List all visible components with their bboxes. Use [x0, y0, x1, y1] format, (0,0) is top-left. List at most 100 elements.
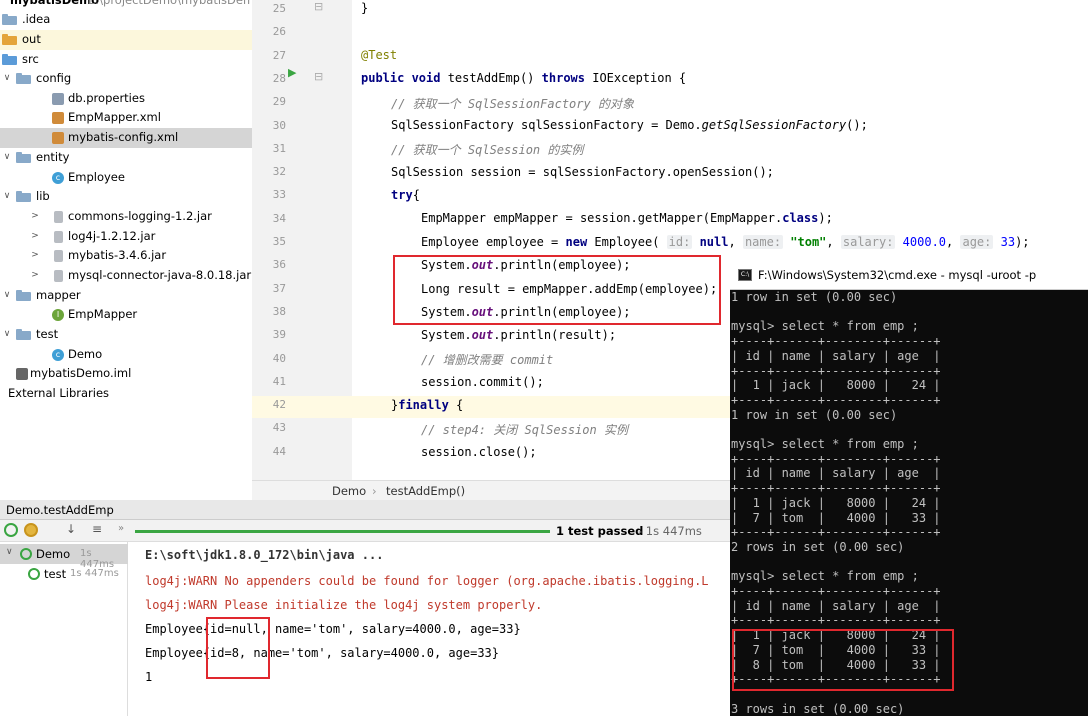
- show-passed-icon[interactable]: [4, 523, 18, 537]
- tree-root[interactable]: mybatisDemo E:\projectDemo\mybatisDem: [0, 0, 252, 11]
- line-number: 28: [272, 71, 286, 85]
- tree-item-label: mapper: [36, 288, 81, 302]
- interface-icon: I: [52, 309, 64, 321]
- tree-item-jar[interactable]: > commons-logging-1.2.jar: [0, 207, 252, 227]
- chevron-down-icon[interactable]: ∨: [2, 286, 12, 306]
- line-number: 39: [272, 328, 286, 342]
- tree-item-jar[interactable]: > mybatis-3.4.6.jar: [0, 246, 252, 266]
- code-line-32: SqlSession session = sqlSessionFactory.o…: [391, 165, 774, 179]
- highlight-box-println: [393, 255, 721, 325]
- tree-item-test[interactable]: ∨ test: [0, 325, 252, 345]
- fold-icon[interactable]: ⊟: [314, 0, 323, 13]
- tree-item-config[interactable]: ∨ config: [0, 69, 252, 89]
- test-results-tree: ∨ Demo 1s 447ms test 1s 447ms: [0, 542, 128, 716]
- breadcrumb-class[interactable]: Demo: [332, 484, 366, 498]
- source-folder-icon: [2, 54, 17, 65]
- chevron-down-icon[interactable]: ∨: [2, 325, 12, 345]
- line-number: 38: [272, 304, 286, 318]
- show-ignored-icon[interactable]: [24, 523, 38, 537]
- test-status-text: 1 test passed: [556, 524, 644, 538]
- breadcrumb-method[interactable]: testAddEmp(): [386, 484, 465, 498]
- cmd-line: | 1 | jack | 8000 | 24 |: [731, 378, 941, 393]
- line-number: 33: [272, 188, 286, 202]
- cmd-line: mysql> select * from emp ;: [731, 437, 919, 451]
- project-tree: mybatisDemo E:\projectDemo\mybatisDem .i…: [0, 0, 252, 492]
- chevron-down-icon[interactable]: ∨: [2, 187, 12, 207]
- test-progress-bar: [135, 530, 550, 533]
- chevron-right-icon[interactable]: >: [30, 266, 40, 286]
- tree-item-jar[interactable]: > log4j-1.2.12.jar: [0, 227, 252, 247]
- jar-file-icon: [54, 231, 63, 243]
- line-number: 32: [272, 165, 286, 179]
- chevron-right-icon[interactable]: >: [30, 246, 40, 266]
- tree-item-label: out: [22, 32, 41, 46]
- tree-item-label: EmpMapper: [68, 307, 138, 321]
- test-node-label: test: [44, 567, 67, 581]
- tree-item-label: entity: [36, 150, 70, 164]
- code-line-33: try{: [391, 188, 420, 202]
- tree-item-demo[interactable]: c Demo: [0, 345, 252, 365]
- console-line: Employee{id=null, name='tom', salary=400…: [145, 622, 521, 636]
- line-number: 41: [272, 374, 286, 388]
- code-line-30: SqlSessionFactory sqlSessionFactory = De…: [391, 118, 868, 132]
- tree-item-label: mybatis-3.4.6.jar: [68, 248, 167, 262]
- tree-item-entity[interactable]: ∨ entity: [0, 148, 252, 168]
- code-line-43: // step4: 关闭 SqlSession 实例: [421, 423, 628, 437]
- run-tab-title[interactable]: Demo.testAddEmp: [6, 503, 114, 517]
- jar-file-icon: [54, 250, 63, 262]
- tree-root-path: E:\projectDemo\mybatisDem: [88, 0, 252, 7]
- cmd-line: | id | name | salary | age |: [731, 348, 941, 363]
- code-line-27: @Test: [361, 48, 398, 62]
- more-icon[interactable]: »: [118, 523, 124, 534]
- chevron-down-icon[interactable]: ∨: [6, 547, 13, 557]
- chevron-down-icon[interactable]: ∨: [2, 148, 12, 168]
- fold-icon[interactable]: ⊟: [314, 70, 323, 83]
- tree-item-idea[interactable]: .idea: [0, 10, 252, 30]
- tree-item-external-libraries[interactable]: External Libraries: [0, 384, 252, 404]
- sort-alpha-icon[interactable]: ↓: [66, 522, 76, 536]
- tree-root-label: mybatisDemo: [10, 0, 99, 7]
- cmd-line: +----+------+--------+------+: [731, 334, 941, 349]
- folder-icon: [2, 34, 17, 45]
- tree-item-empmapper-xml[interactable]: EmpMapper.xml: [0, 108, 252, 128]
- tree-item-mybatis-config-xml[interactable]: mybatis-config.xml: [0, 128, 252, 148]
- passed-icon: [28, 568, 40, 580]
- code-line-42: }finally {: [391, 398, 464, 412]
- code-line-31: // 获取一个 SqlSession 的实例: [391, 143, 584, 157]
- test-node-demo[interactable]: ∨ Demo 1s 447ms: [0, 544, 128, 570]
- tree-item-jar[interactable]: > mysql-connector-java-8.0.18.jar: [0, 266, 252, 286]
- code-line-28: public void testAddEmp() throws IOExcept…: [361, 71, 687, 85]
- test-node-test[interactable]: test 1s 447ms: [0, 564, 128, 584]
- tree-item-employee[interactable]: c Employee: [0, 168, 252, 188]
- line-number: 42: [272, 398, 286, 412]
- folder-icon: [16, 73, 31, 84]
- run-test-icon[interactable]: ▶: [288, 66, 296, 79]
- line-number: 34: [272, 211, 286, 225]
- folder-icon: [16, 152, 31, 163]
- xml-file-icon: [52, 112, 64, 124]
- tree-item-label: config: [36, 71, 72, 85]
- cmd-title: F:\Windows\System32\cmd.exe - mysql -uro…: [758, 268, 1037, 282]
- tree-item-out[interactable]: out: [0, 30, 252, 50]
- tree-item-iml[interactable]: mybatisDemo.iml: [0, 364, 252, 384]
- tree-item-empmapper[interactable]: I EmpMapper: [0, 305, 252, 325]
- tree-item-src[interactable]: src: [0, 50, 252, 70]
- line-number: 43: [272, 421, 286, 435]
- chevron-right-icon[interactable]: >: [30, 227, 40, 247]
- sort-duration-icon[interactable]: ≡: [92, 522, 102, 536]
- jar-file-icon: [54, 211, 63, 223]
- chevron-down-icon[interactable]: ∨: [2, 69, 12, 89]
- cmd-line: 2 rows in set (0.00 sec): [731, 539, 905, 554]
- line-number: 36: [272, 258, 286, 272]
- chevron-right-icon[interactable]: >: [30, 207, 40, 227]
- code-line-25: }: [361, 1, 369, 15]
- line-number: 35: [272, 235, 286, 248]
- tree-item-lib[interactable]: ∨ lib: [0, 187, 252, 207]
- tree-item-mapper[interactable]: ∨ mapper: [0, 286, 252, 306]
- console-line: log4j:WARN No appenders could be found f…: [145, 574, 709, 588]
- cmd-line: 3 rows in set (0.00 sec): [731, 701, 905, 716]
- console-line: 1: [145, 670, 153, 684]
- tree-item-db-properties[interactable]: db.properties: [0, 89, 252, 109]
- run-tab-bar: Demo.testAddEmp: [0, 500, 730, 520]
- line-number: 27: [272, 48, 286, 62]
